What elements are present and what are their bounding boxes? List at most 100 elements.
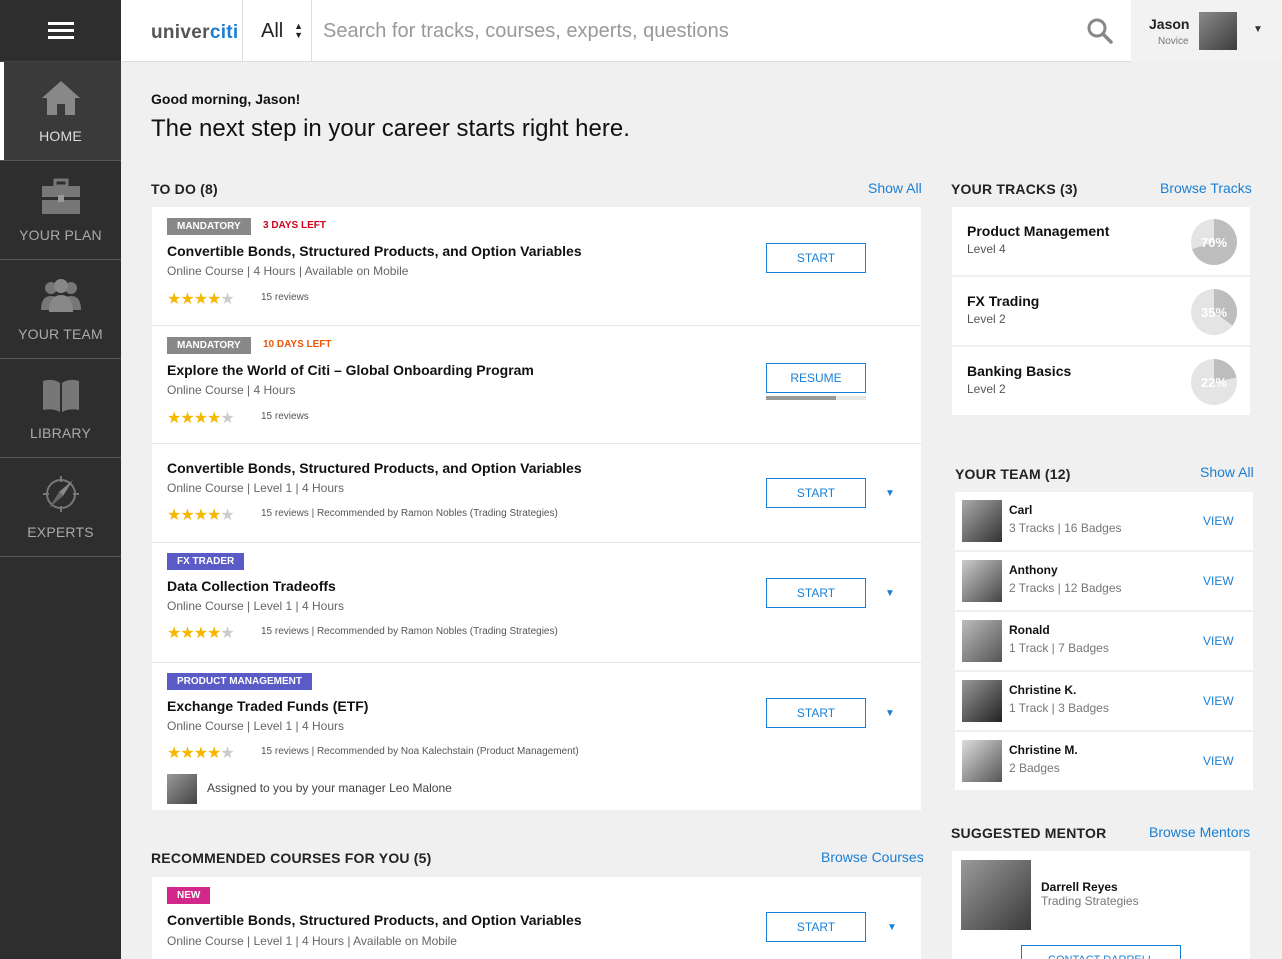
- track-item[interactable]: Product Management Level 4 70%: [952, 207, 1250, 275]
- user-name: Jason: [1149, 16, 1190, 32]
- track-item[interactable]: Banking Basics Level 2 22%: [952, 347, 1250, 415]
- avatar: [962, 740, 1002, 782]
- progress-pie: 35%: [1191, 289, 1237, 335]
- todo-list: MANDATORY 3 DAYS LEFT Convertible Bonds,…: [152, 207, 921, 810]
- sidebar-item-label: YOUR TEAM: [18, 326, 103, 342]
- browse-courses-link[interactable]: Browse Courses: [821, 849, 924, 865]
- user-avatar: [1199, 12, 1237, 50]
- course-title[interactable]: Convertible Bonds, Structured Products, …: [167, 912, 582, 928]
- view-member-link[interactable]: VIEW: [1203, 574, 1234, 588]
- start-button[interactable]: START: [766, 912, 866, 942]
- reviews-count: 15 reviews: [261, 411, 309, 422]
- sidebar-item-your-team[interactable]: YOUR TEAM: [0, 260, 121, 359]
- chevron-down-icon[interactable]: ▼: [885, 488, 895, 499]
- menu-button[interactable]: [0, 0, 121, 62]
- logo-text: univer: [151, 22, 210, 43]
- sidebar-item-library[interactable]: LIBRARY: [0, 359, 121, 458]
- member-name: Christine M.: [1009, 743, 1078, 757]
- list-item: MANDATORY 10 DAYS LEFT Explore the World…: [152, 326, 921, 444]
- list-item: PRODUCT MANAGEMENT Exchange Traded Funds…: [152, 663, 921, 808]
- view-member-link[interactable]: VIEW: [1203, 514, 1234, 528]
- tracks-list: Product Management Level 4 70% FX Tradin…: [952, 207, 1250, 415]
- team-icon: [40, 279, 81, 312]
- track-name: Product Management: [967, 223, 1110, 239]
- team-member-row: Anthony 2 Tracks | 12 Badges VIEW: [955, 552, 1253, 610]
- track-level: Level 4: [967, 242, 1006, 256]
- view-member-link[interactable]: VIEW: [1203, 754, 1234, 768]
- logo[interactable]: univerciti: [151, 22, 238, 44]
- hamburger-icon: [47, 18, 74, 43]
- course-meta: Online Course | Level 1 | 4 Hours: [167, 599, 344, 613]
- page-headline: The next step in your career starts righ…: [151, 115, 630, 142]
- assigned-note: Assigned to you by your manager Leo Malo…: [207, 781, 452, 795]
- course-meta: Online Course | 4 Hours | Available on M…: [167, 264, 409, 278]
- list-item: FX TRADER Data Collection Tradeoffs Onli…: [152, 543, 921, 663]
- track-level: Level 2: [967, 312, 1006, 326]
- view-member-link[interactable]: VIEW: [1203, 634, 1234, 648]
- track-item[interactable]: FX Trading Level 2 35%: [952, 277, 1250, 345]
- avatar: [962, 680, 1002, 722]
- track-percent: 35%: [1200, 304, 1228, 320]
- contact-mentor-button[interactable]: CONTACT DARRELL: [1021, 945, 1181, 959]
- start-button[interactable]: START: [766, 478, 866, 508]
- search-scope-select[interactable]: All ▲ ▼: [242, 0, 312, 62]
- book-icon: [42, 379, 79, 412]
- logo-text-accent: citi: [209, 22, 239, 43]
- todo-show-all-link[interactable]: Show All: [868, 180, 922, 196]
- sidebar-item-label: HOME: [39, 128, 82, 144]
- member-name: Ronald: [1009, 623, 1050, 637]
- reviews-count: 15 reviews | Recommended by Ramon Nobles…: [261, 508, 558, 519]
- sidebar-item-label: YOUR PLAN: [19, 227, 102, 243]
- avatar: [962, 500, 1002, 542]
- chevron-down-icon[interactable]: ▼: [885, 588, 895, 599]
- search-scope-value: All: [261, 19, 284, 42]
- user-menu[interactable]: Jason Novice ▼: [1131, 0, 1282, 62]
- reviews-count: 15 reviews: [261, 292, 309, 303]
- new-badge: NEW: [167, 887, 211, 904]
- search-icon[interactable]: [1087, 18, 1113, 44]
- manager-avatar: [167, 774, 197, 804]
- view-member-link[interactable]: VIEW: [1203, 694, 1234, 708]
- course-progress-bar: [766, 396, 866, 400]
- list-item: NEW Convertible Bonds, Structured Produc…: [152, 877, 921, 959]
- search-input[interactable]: [323, 0, 1103, 62]
- member-meta: 2 Badges: [1009, 761, 1060, 775]
- chevron-down-icon[interactable]: ▼: [885, 708, 895, 719]
- mentor-card: Darrell Reyes Trading Strategies CONTACT…: [952, 851, 1250, 959]
- sidebar-item-your-plan[interactable]: YOUR PLAN: [0, 161, 121, 260]
- course-title[interactable]: Convertible Bonds, Structured Products, …: [167, 460, 582, 476]
- sidebar-item-home[interactable]: HOME: [0, 62, 121, 161]
- star-rating: ★★★★★: [167, 625, 235, 642]
- mandatory-badge: MANDATORY: [167, 218, 251, 235]
- list-item: Convertible Bonds, Structured Products, …: [152, 444, 921, 543]
- browse-tracks-link[interactable]: Browse Tracks: [1160, 180, 1252, 196]
- start-button[interactable]: START: [766, 243, 866, 273]
- course-title[interactable]: Explore the World of Citi – Global Onboa…: [167, 362, 534, 378]
- start-button[interactable]: START: [766, 578, 866, 608]
- start-button[interactable]: START: [766, 698, 866, 728]
- track-percent: 22%: [1200, 374, 1228, 390]
- member-name: Christine K.: [1009, 683, 1077, 697]
- course-title[interactable]: Convertible Bonds, Structured Products, …: [167, 243, 582, 259]
- chevron-down-icon: ▼: [1253, 24, 1263, 35]
- mentor-section-title: SUGGESTED MENTOR: [951, 825, 1107, 841]
- sidebar-item-label: EXPERTS: [27, 524, 94, 540]
- user-level: Novice: [1158, 36, 1189, 47]
- sidebar: HOME YOUR PLAN YOUR TEAM LIBRARY EXPERTS: [0, 0, 121, 959]
- sidebar-item-experts[interactable]: EXPERTS: [0, 458, 121, 557]
- resume-button[interactable]: RESUME: [766, 363, 866, 393]
- team-section-title: YOUR TEAM (12): [955, 466, 1071, 482]
- course-meta: Online Course | Level 1 | 4 Hours: [167, 719, 344, 733]
- course-title[interactable]: Data Collection Tradeoffs: [167, 578, 336, 594]
- deadline-badge: 3 DAYS LEFT: [263, 220, 326, 231]
- chevron-down-icon[interactable]: ▼: [887, 922, 897, 933]
- progress-pie: 70%: [1191, 219, 1237, 265]
- course-title[interactable]: Exchange Traded Funds (ETF): [167, 698, 368, 714]
- member-meta: 1 Track | 3 Badges: [1009, 701, 1109, 715]
- star-rating: ★★★★★: [167, 291, 235, 308]
- track-percent: 70%: [1200, 234, 1228, 250]
- course-meta: Online Course | Level 1 | 4 Hours | Avai…: [167, 934, 457, 948]
- browse-mentors-link[interactable]: Browse Mentors: [1149, 824, 1250, 840]
- todo-section-title: TO DO (8): [151, 181, 218, 197]
- team-show-all-link[interactable]: Show All: [1200, 464, 1254, 480]
